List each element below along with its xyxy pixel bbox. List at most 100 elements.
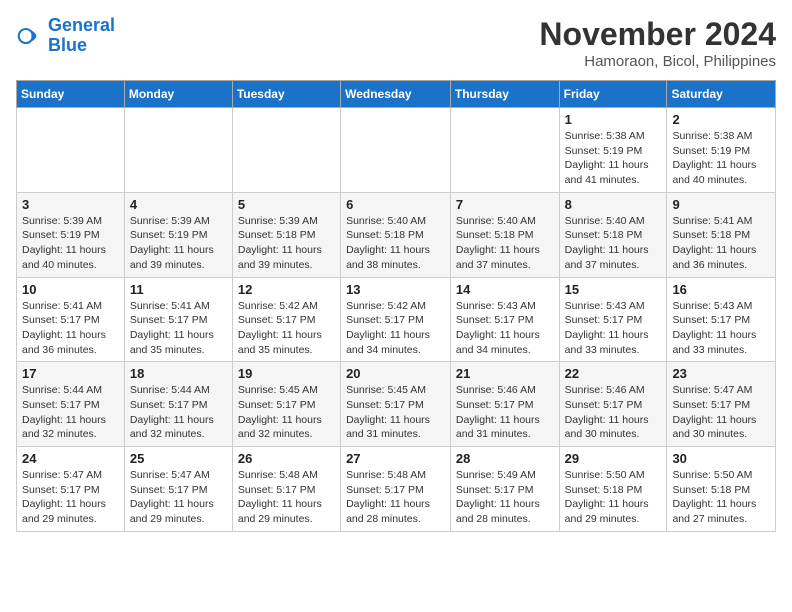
- day-number: 8: [565, 197, 662, 212]
- calendar-cell: [124, 108, 232, 193]
- day-info: Sunrise: 5:47 AM Sunset: 5:17 PM Dayligh…: [672, 383, 770, 442]
- calendar-cell: 8 Sunrise: 5:40 AM Sunset: 5:18 PM Dayli…: [559, 192, 667, 277]
- calendar-cell: 10 Sunrise: 5:41 AM Sunset: 5:17 PM Dayl…: [17, 277, 125, 362]
- day-number: 26: [238, 451, 335, 466]
- day-number: 28: [456, 451, 554, 466]
- day-number: 12: [238, 282, 335, 297]
- calendar-cell: 14 Sunrise: 5:43 AM Sunset: 5:17 PM Dayl…: [450, 277, 559, 362]
- day-number: 3: [22, 197, 119, 212]
- day-number: 13: [346, 282, 445, 297]
- day-info: Sunrise: 5:43 AM Sunset: 5:17 PM Dayligh…: [672, 299, 770, 358]
- calendar-cell: 30 Sunrise: 5:50 AM Sunset: 5:18 PM Dayl…: [667, 447, 776, 532]
- week-row-2: 3 Sunrise: 5:39 AM Sunset: 5:19 PM Dayli…: [17, 192, 776, 277]
- calendar-cell: 16 Sunrise: 5:43 AM Sunset: 5:17 PM Dayl…: [667, 277, 776, 362]
- day-info: Sunrise: 5:39 AM Sunset: 5:18 PM Dayligh…: [238, 214, 335, 273]
- calendar-cell: 18 Sunrise: 5:44 AM Sunset: 5:17 PM Dayl…: [124, 362, 232, 447]
- calendar-cell: 19 Sunrise: 5:45 AM Sunset: 5:17 PM Dayl…: [232, 362, 340, 447]
- calendar-cell: [17, 108, 125, 193]
- weekday-header-monday: Monday: [124, 81, 232, 108]
- page-header: General Blue November 2024 Hamoraon, Bic…: [16, 16, 776, 70]
- calendar-cell: 29 Sunrise: 5:50 AM Sunset: 5:18 PM Dayl…: [559, 447, 667, 532]
- weekday-header-thursday: Thursday: [450, 81, 559, 108]
- title-area: November 2024 Hamoraon, Bicol, Philippin…: [539, 16, 776, 70]
- day-number: 16: [672, 282, 770, 297]
- day-info: Sunrise: 5:44 AM Sunset: 5:17 PM Dayligh…: [22, 383, 119, 442]
- day-info: Sunrise: 5:42 AM Sunset: 5:17 PM Dayligh…: [346, 299, 445, 358]
- calendar-cell: [450, 108, 559, 193]
- calendar-cell: 7 Sunrise: 5:40 AM Sunset: 5:18 PM Dayli…: [450, 192, 559, 277]
- calendar-cell: 27 Sunrise: 5:48 AM Sunset: 5:17 PM Dayl…: [341, 447, 451, 532]
- day-number: 10: [22, 282, 119, 297]
- calendar-cell: 25 Sunrise: 5:47 AM Sunset: 5:17 PM Dayl…: [124, 447, 232, 532]
- calendar-cell: 26 Sunrise: 5:48 AM Sunset: 5:17 PM Dayl…: [232, 447, 340, 532]
- day-number: 30: [672, 451, 770, 466]
- logo-text: General Blue: [48, 16, 115, 56]
- day-info: Sunrise: 5:43 AM Sunset: 5:17 PM Dayligh…: [456, 299, 554, 358]
- day-number: 5: [238, 197, 335, 212]
- calendar-cell: 9 Sunrise: 5:41 AM Sunset: 5:18 PM Dayli…: [667, 192, 776, 277]
- day-number: 20: [346, 366, 445, 381]
- day-info: Sunrise: 5:47 AM Sunset: 5:17 PM Dayligh…: [22, 468, 119, 527]
- day-number: 15: [565, 282, 662, 297]
- day-number: 27: [346, 451, 445, 466]
- calendar-cell: 3 Sunrise: 5:39 AM Sunset: 5:19 PM Dayli…: [17, 192, 125, 277]
- day-info: Sunrise: 5:40 AM Sunset: 5:18 PM Dayligh…: [565, 214, 662, 273]
- calendar-table: SundayMondayTuesdayWednesdayThursdayFrid…: [16, 80, 776, 532]
- day-number: 4: [130, 197, 227, 212]
- calendar-cell: [341, 108, 451, 193]
- week-row-5: 24 Sunrise: 5:47 AM Sunset: 5:17 PM Dayl…: [17, 447, 776, 532]
- calendar-cell: 21 Sunrise: 5:46 AM Sunset: 5:17 PM Dayl…: [450, 362, 559, 447]
- calendar-cell: 1 Sunrise: 5:38 AM Sunset: 5:19 PM Dayli…: [559, 108, 667, 193]
- weekday-header-friday: Friday: [559, 81, 667, 108]
- calendar-cell: 28 Sunrise: 5:49 AM Sunset: 5:17 PM Dayl…: [450, 447, 559, 532]
- day-info: Sunrise: 5:48 AM Sunset: 5:17 PM Dayligh…: [238, 468, 335, 527]
- logo-line1: General: [48, 15, 115, 35]
- month-title: November 2024: [539, 16, 776, 53]
- day-info: Sunrise: 5:45 AM Sunset: 5:17 PM Dayligh…: [346, 383, 445, 442]
- weekday-header-saturday: Saturday: [667, 81, 776, 108]
- calendar-cell: 13 Sunrise: 5:42 AM Sunset: 5:17 PM Dayl…: [341, 277, 451, 362]
- day-info: Sunrise: 5:41 AM Sunset: 5:17 PM Dayligh…: [130, 299, 227, 358]
- day-info: Sunrise: 5:43 AM Sunset: 5:17 PM Dayligh…: [565, 299, 662, 358]
- day-info: Sunrise: 5:50 AM Sunset: 5:18 PM Dayligh…: [672, 468, 770, 527]
- day-number: 9: [672, 197, 770, 212]
- day-info: Sunrise: 5:48 AM Sunset: 5:17 PM Dayligh…: [346, 468, 445, 527]
- weekday-header-row: SundayMondayTuesdayWednesdayThursdayFrid…: [17, 81, 776, 108]
- day-info: Sunrise: 5:38 AM Sunset: 5:19 PM Dayligh…: [672, 129, 770, 188]
- day-info: Sunrise: 5:40 AM Sunset: 5:18 PM Dayligh…: [346, 214, 445, 273]
- day-info: Sunrise: 5:42 AM Sunset: 5:17 PM Dayligh…: [238, 299, 335, 358]
- weekday-header-sunday: Sunday: [17, 81, 125, 108]
- week-row-4: 17 Sunrise: 5:44 AM Sunset: 5:17 PM Dayl…: [17, 362, 776, 447]
- logo-icon: [16, 22, 44, 50]
- day-number: 17: [22, 366, 119, 381]
- calendar-cell: 11 Sunrise: 5:41 AM Sunset: 5:17 PM Dayl…: [124, 277, 232, 362]
- calendar-cell: [232, 108, 340, 193]
- calendar-cell: 17 Sunrise: 5:44 AM Sunset: 5:17 PM Dayl…: [17, 362, 125, 447]
- calendar-cell: 6 Sunrise: 5:40 AM Sunset: 5:18 PM Dayli…: [341, 192, 451, 277]
- day-info: Sunrise: 5:46 AM Sunset: 5:17 PM Dayligh…: [456, 383, 554, 442]
- calendar-cell: 20 Sunrise: 5:45 AM Sunset: 5:17 PM Dayl…: [341, 362, 451, 447]
- day-info: Sunrise: 5:39 AM Sunset: 5:19 PM Dayligh…: [130, 214, 227, 273]
- calendar-cell: 12 Sunrise: 5:42 AM Sunset: 5:17 PM Dayl…: [232, 277, 340, 362]
- day-number: 11: [130, 282, 227, 297]
- day-info: Sunrise: 5:38 AM Sunset: 5:19 PM Dayligh…: [565, 129, 662, 188]
- day-number: 18: [130, 366, 227, 381]
- day-number: 7: [456, 197, 554, 212]
- day-number: 23: [672, 366, 770, 381]
- week-row-3: 10 Sunrise: 5:41 AM Sunset: 5:17 PM Dayl…: [17, 277, 776, 362]
- day-number: 25: [130, 451, 227, 466]
- day-info: Sunrise: 5:41 AM Sunset: 5:17 PM Dayligh…: [22, 299, 119, 358]
- day-number: 2: [672, 112, 770, 127]
- day-number: 6: [346, 197, 445, 212]
- day-info: Sunrise: 5:46 AM Sunset: 5:17 PM Dayligh…: [565, 383, 662, 442]
- day-info: Sunrise: 5:49 AM Sunset: 5:17 PM Dayligh…: [456, 468, 554, 527]
- day-number: 21: [456, 366, 554, 381]
- day-info: Sunrise: 5:45 AM Sunset: 5:17 PM Dayligh…: [238, 383, 335, 442]
- day-info: Sunrise: 5:47 AM Sunset: 5:17 PM Dayligh…: [130, 468, 227, 527]
- day-info: Sunrise: 5:50 AM Sunset: 5:18 PM Dayligh…: [565, 468, 662, 527]
- weekday-header-tuesday: Tuesday: [232, 81, 340, 108]
- calendar-cell: 4 Sunrise: 5:39 AM Sunset: 5:19 PM Dayli…: [124, 192, 232, 277]
- calendar-cell: 22 Sunrise: 5:46 AM Sunset: 5:17 PM Dayl…: [559, 362, 667, 447]
- logo-line2: Blue: [48, 36, 115, 56]
- day-number: 22: [565, 366, 662, 381]
